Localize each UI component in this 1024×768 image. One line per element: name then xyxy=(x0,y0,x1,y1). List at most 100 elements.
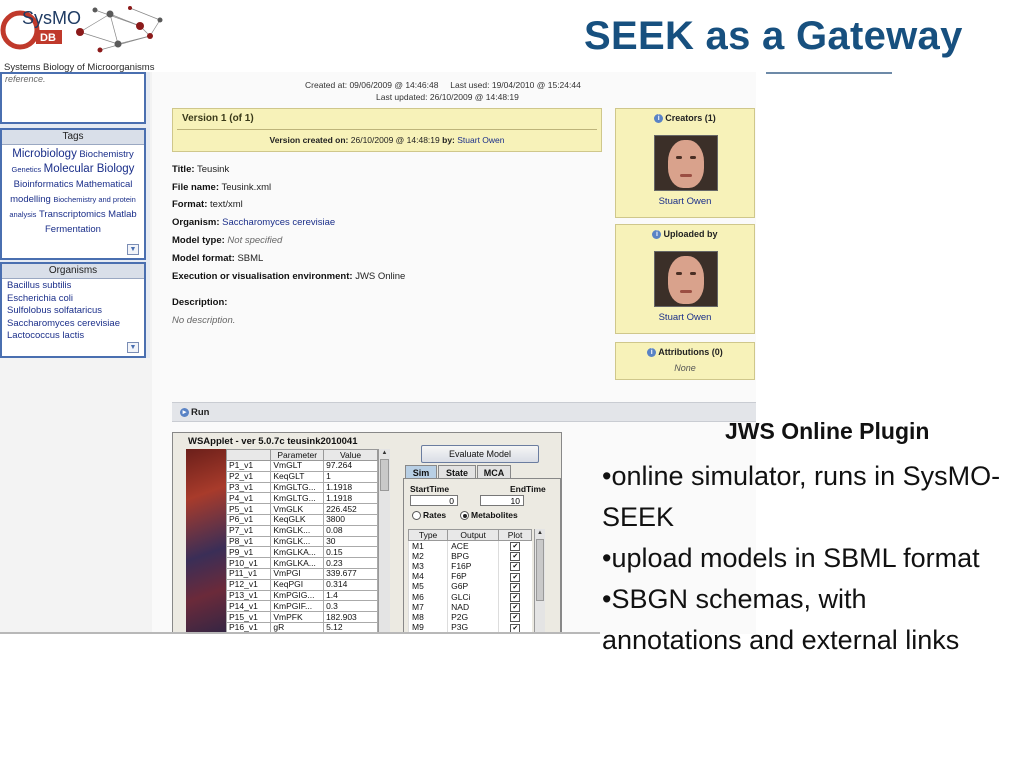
parameter-row[interactable]: P13_v1 KmPGIG... 1.4 xyxy=(225,589,378,602)
logo-db: DB xyxy=(40,32,56,44)
metabolite-row: M3 F16P ✔ xyxy=(407,561,532,572)
plot-checkbox[interactable]: ✔ xyxy=(510,572,521,582)
plot-checkbox[interactable]: ✔ xyxy=(510,613,521,623)
parameter-cell[interactable]: 0.3 xyxy=(323,600,378,613)
parameter-cell[interactable]: 182.903 xyxy=(323,611,378,623)
parameter-row[interactable]: P8_v1 KmGLK... 30 xyxy=(225,535,378,548)
organism-link[interactable]: Bacillus subtilis xyxy=(7,280,139,293)
parameter-row[interactable]: P12_v1 KeqPGI 0.314 xyxy=(225,578,378,591)
parameter-cell[interactable]: 0.23 xyxy=(323,557,378,569)
format-label: Format: xyxy=(172,199,208,210)
evaluate-model-button[interactable]: Evaluate Model xyxy=(421,445,539,463)
end-time-input[interactable]: 10 xyxy=(480,495,524,506)
plot-checkbox[interactable]: ✔ xyxy=(510,542,521,552)
parameter-row[interactable]: P7_v1 KmGLK... 0.08 xyxy=(225,524,378,537)
parameter-cell: P7_v1 xyxy=(225,524,272,537)
parameter-cell[interactable]: 30 xyxy=(323,535,378,548)
tag-link[interactable]: Molecular Biology xyxy=(44,163,135,175)
organism-link[interactable]: Sulfolobus solfataricus xyxy=(7,305,139,318)
scroll-thumb[interactable] xyxy=(536,539,544,601)
metabolite-row: M1 ACE ✔ xyxy=(407,540,532,552)
parameter-cell[interactable]: 1.1918 xyxy=(323,481,378,494)
parameter-cell[interactable]: 226.452 xyxy=(323,503,378,515)
run-bar[interactable]: ▸ Run xyxy=(172,402,756,422)
rates-radio[interactable]: Rates xyxy=(412,510,446,521)
meta-updated: Last updated: 26/10/2009 @ 14:48:19 xyxy=(376,92,519,102)
scroll-up-icon[interactable]: ▲ xyxy=(379,449,390,457)
parameter-column-header: Value xyxy=(323,449,378,461)
uploader-avatar[interactable] xyxy=(654,251,718,307)
parameter-cell: VmGLT xyxy=(270,460,325,472)
parameter-row[interactable]: P6_v1 KeqGLK 3800 xyxy=(225,513,378,526)
tag-link[interactable]: Biochemistry xyxy=(79,149,133,160)
parameter-row[interactable]: P2_v1 KeqGLT 1 xyxy=(225,470,378,483)
plot-checkbox[interactable]: ✔ xyxy=(510,603,521,613)
parameter-row[interactable]: P1_v1 VmGLT 97.264 xyxy=(225,460,378,472)
organism-link[interactable]: Lactococcus lactis xyxy=(7,330,139,343)
parameter-cell: P14_v1 xyxy=(225,600,272,613)
parameter-cell: KeqPGI xyxy=(270,578,325,591)
metabolite-scrollbar[interactable]: ▲ xyxy=(534,529,545,633)
sim-panel: StartTime EndTime 0 10 Rates Metabolites… xyxy=(403,478,561,633)
parameter-row[interactable]: P10_v1 KmGLKA... 0.23 xyxy=(225,557,378,569)
parameter-row[interactable]: P3_v1 KmGLTG... 1.1918 xyxy=(225,481,378,494)
organism-list: Bacillus subtilis Escherichia coli Sulfolo… xyxy=(2,279,144,344)
parameter-cell: KeqGLK xyxy=(270,513,325,526)
creator-name-link[interactable]: Stuart Owen xyxy=(616,196,754,207)
tag-link[interactable]: Transcriptomics xyxy=(39,209,106,220)
parameter-row[interactable]: P15_v1 VmPFK 182.903 xyxy=(225,611,378,623)
parameter-cell[interactable]: 1.1918 xyxy=(323,492,378,505)
tag-link[interactable]: Microbiology xyxy=(12,148,77,160)
parameter-cell: KmGLTG... xyxy=(270,492,325,505)
tag-link[interactable]: Bioinformatics xyxy=(14,179,74,190)
metabolite-cell: M2 xyxy=(407,551,448,562)
scroll-up-icon[interactable]: ▲ xyxy=(535,529,545,537)
start-time-input[interactable]: 0 xyxy=(410,495,458,506)
radio-off xyxy=(412,511,421,521)
tags-expand-icon[interactable]: ▼ xyxy=(127,244,139,255)
parameter-cell[interactable]: 1.4 xyxy=(323,589,378,602)
parameter-cell[interactable]: 0.314 xyxy=(323,578,378,591)
sysmo-logo: SysMO DB Systems Biology of Microorganis… xyxy=(0,0,172,73)
metabolites-radio[interactable]: Metabolites xyxy=(460,510,518,521)
organisms-expand-icon[interactable]: ▼ xyxy=(127,342,139,353)
organism-link[interactable]: Saccharomyces cerevisiae xyxy=(222,217,335,228)
parameter-cell[interactable]: 339.677 xyxy=(323,567,378,580)
plot-checkbox[interactable]: ✔ xyxy=(510,582,521,592)
parameter-cell: P5_v1 xyxy=(225,503,272,515)
parameter-cell[interactable]: 1 xyxy=(323,470,378,483)
last-updated-label: Last updated: xyxy=(376,92,428,102)
tag-link[interactable]: Matlab xyxy=(108,209,137,220)
parameter-cell[interactable]: 0.15 xyxy=(323,546,378,559)
creator-avatar[interactable] xyxy=(654,135,718,191)
plot-checkbox[interactable]: ✔ xyxy=(510,562,521,572)
parameter-row[interactable]: P9_v1 KmGLKA... 0.15 xyxy=(225,546,378,559)
parameter-cell[interactable]: 97.264 xyxy=(323,460,378,472)
plot-checkbox[interactable]: ✔ xyxy=(510,552,521,562)
parameter-row[interactable]: P11_v1 VmPGI 339.677 xyxy=(225,567,378,580)
plot-checkbox[interactable]: ✔ xyxy=(510,593,521,603)
plugin-bullet: •SBGN schemas, with annotations and exte… xyxy=(602,584,960,655)
field-description: Description: xyxy=(172,297,227,308)
organism-link[interactable]: Escherichia coli xyxy=(7,293,139,306)
metabolite-cell: NAD xyxy=(447,602,499,613)
parameter-row[interactable]: P14_v1 KmPGIF... 0.3 xyxy=(225,600,378,613)
tag-link[interactable]: Genetics xyxy=(12,165,42,174)
parameter-cell[interactable]: 0.08 xyxy=(323,524,378,537)
parameter-cell[interactable]: 3800 xyxy=(323,513,378,526)
parameter-row[interactable]: P4_v1 KmGLTG... 1.1918 xyxy=(225,492,378,505)
metabolite-row: M2 BPG ✔ xyxy=(407,551,532,562)
parameter-row[interactable]: P5_v1 VmGLK 226.452 xyxy=(225,503,378,515)
parameter-scrollbar[interactable]: ▲ xyxy=(378,449,390,633)
uploader-name-link[interactable]: Stuart Owen xyxy=(616,312,754,323)
description-value: No description. xyxy=(172,315,236,326)
scroll-thumb[interactable] xyxy=(380,459,389,491)
plugin-bullets: •online simulator, runs in SysMO-SEEK •up… xyxy=(602,456,1002,661)
version-author-link[interactable]: Stuart Owen xyxy=(457,135,504,145)
jws-applet: WSApplet - ver 5.0.7c teusink2010041 Par… xyxy=(172,432,562,634)
tag-link[interactable]: Fermentation xyxy=(45,224,101,235)
parameter-cell: KeqGLT xyxy=(270,470,325,483)
parameter-column-header xyxy=(225,449,272,461)
plot-cell: ✔ xyxy=(498,540,532,552)
organism-link[interactable]: Saccharomyces cerevisiae xyxy=(7,318,139,331)
